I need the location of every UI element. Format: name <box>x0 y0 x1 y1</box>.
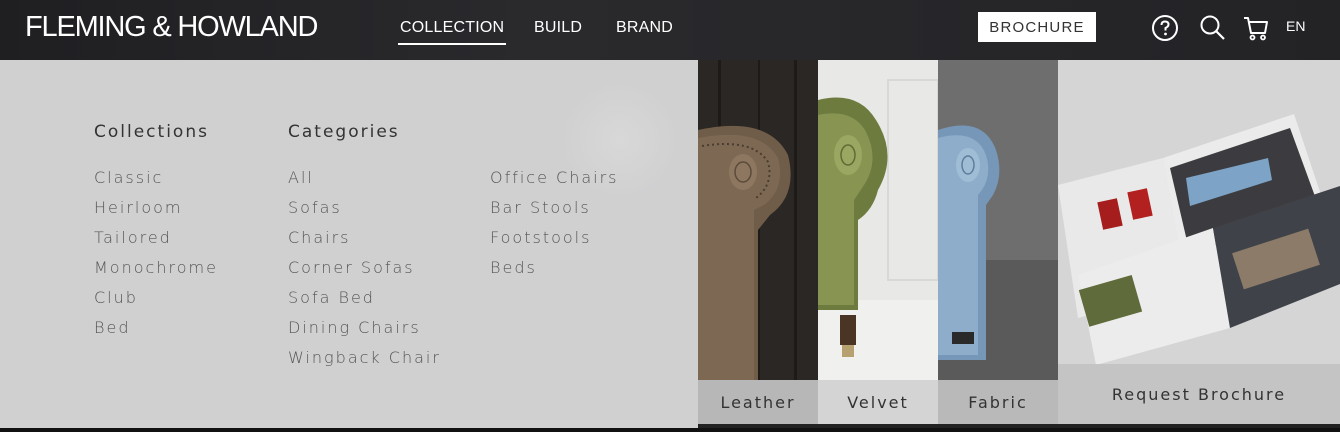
category-link-wingback-chair[interactable]: Wingback Chair <box>288 347 441 377</box>
category-link-sofa-bed[interactable]: Sofa Bed <box>288 287 441 317</box>
brochure-button[interactable]: BROCHURE <box>978 12 1096 42</box>
request-brochure-label: Request Brochure <box>1058 364 1340 424</box>
help-icon[interactable] <box>1151 14 1179 42</box>
fabric-label-velvet: Velvet <box>818 380 938 424</box>
collection-link-monochrome[interactable]: Monochrome <box>94 257 218 287</box>
category-link-office-chairs[interactable]: Office Chairs <box>490 167 619 197</box>
language-selector[interactable]: EN <box>1286 18 1305 34</box>
fabric-label-leather: Leather <box>698 380 818 424</box>
nav-collection[interactable]: COLLECTION <box>397 18 507 45</box>
brochure-image <box>1058 60 1340 364</box>
velvet-sofa-image <box>818 60 938 380</box>
collections-heading: Collections <box>94 122 209 142</box>
fabric-tile-leather[interactable]: Leather <box>698 60 818 424</box>
categories-heading: Categories <box>288 122 400 142</box>
categories-list-secondary: Office Chairs Bar Stools Footstools Beds <box>490 167 619 287</box>
top-navigation-bar: FLEMING & HOWLAND COLLECTION BUILD BRAND… <box>0 0 1340 60</box>
category-link-footstools[interactable]: Footstools <box>490 227 619 257</box>
category-link-all[interactable]: All <box>288 167 441 197</box>
collection-link-heirloom[interactable]: Heirloom <box>94 197 218 227</box>
cart-icon[interactable] <box>1242 14 1270 42</box>
search-icon[interactable] <box>1199 14 1227 42</box>
fabric-tile-velvet[interactable]: Velvet <box>818 60 938 424</box>
brand-logo[interactable]: FLEMING & HOWLAND <box>25 10 318 44</box>
collection-link-classic[interactable]: Classic <box>94 167 218 197</box>
collection-link-tailored[interactable]: Tailored <box>94 227 218 257</box>
category-link-dining-chairs[interactable]: Dining Chairs <box>288 317 441 347</box>
category-link-beds[interactable]: Beds <box>490 257 619 287</box>
collection-link-bed[interactable]: Bed <box>94 317 218 347</box>
nav-build[interactable]: BUILD <box>534 18 582 38</box>
nav-brand[interactable]: BRAND <box>616 18 673 38</box>
leather-sofa-image <box>698 60 818 380</box>
categories-list: All Sofas Chairs Corner Sofas Sofa Bed D… <box>288 167 441 377</box>
bottom-border <box>0 428 1340 432</box>
category-link-sofas[interactable]: Sofas <box>288 197 441 227</box>
category-link-chairs[interactable]: Chairs <box>288 227 441 257</box>
category-link-bar-stools[interactable]: Bar Stools <box>490 197 619 227</box>
category-link-corner-sofas[interactable]: Corner Sofas <box>288 257 441 287</box>
request-brochure-tile[interactable]: Request Brochure <box>1058 60 1340 424</box>
collections-list: Classic Heirloom Tailored Monochrome Clu… <box>94 167 218 347</box>
fabric-label-fabric: Fabric <box>938 380 1058 424</box>
fabric-sofa-image <box>938 60 1058 380</box>
mega-menu-panel: Collections Classic Heirloom Tailored Mo… <box>0 60 698 432</box>
fabric-tile-fabric[interactable]: Fabric <box>938 60 1058 424</box>
collection-link-club[interactable]: Club <box>94 287 218 317</box>
